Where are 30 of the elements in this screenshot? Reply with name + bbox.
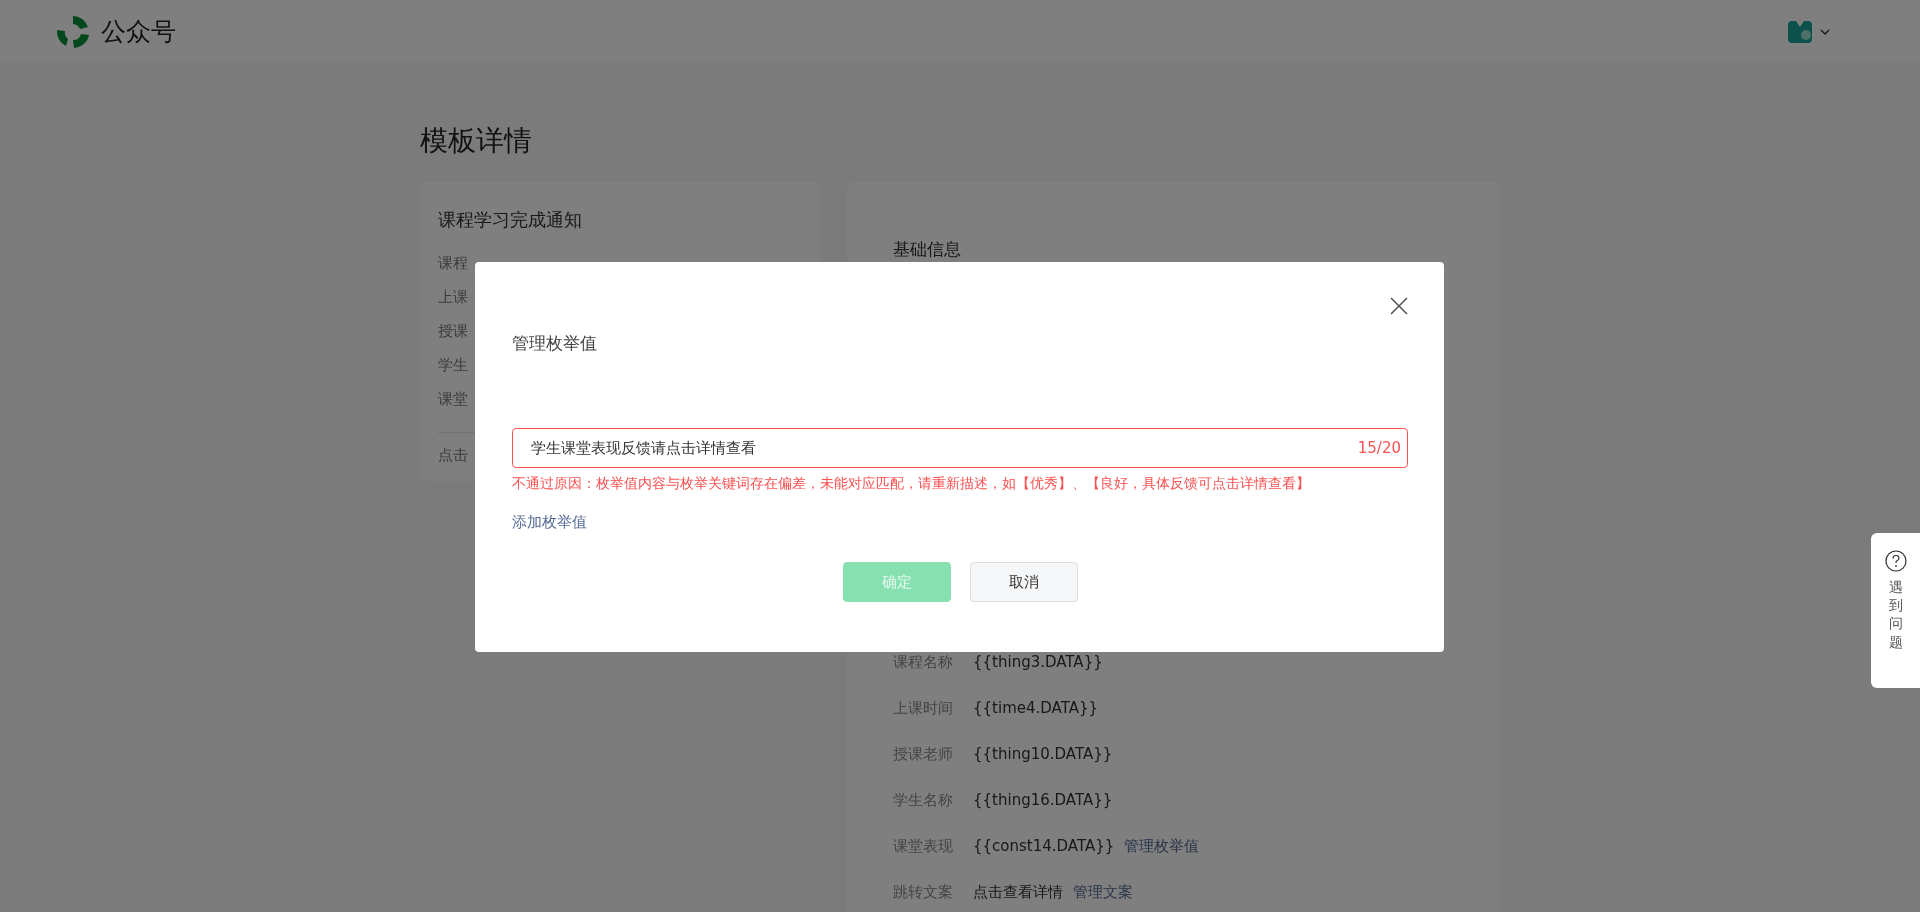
field-label: 授课 <box>438 321 468 342</box>
page-title: 模板详情 <box>420 123 533 159</box>
cancel-button[interactable]: 取消 <box>969 562 1078 602</box>
card-title: 课程学习完成通知 <box>438 208 583 232</box>
field-label: 课程名称 <box>893 652 954 672</box>
field-label: 上课时间 <box>893 698 954 718</box>
section-title: 基础信息 <box>893 238 962 261</box>
caret-icon <box>1820 28 1830 35</box>
dialog-title: 管理枚举值 <box>512 332 598 355</box>
field-label: 课程 <box>438 253 468 274</box>
field-label: 课堂 <box>438 389 468 410</box>
add-link[interactable]: 添加枚举值 <box>512 513 587 532</box>
field-label: 授课老师 <box>893 744 954 764</box>
field-label: 学生 <box>438 355 468 376</box>
field-value: {{time4.DATA}} <box>973 699 1099 717</box>
manage-link[interactable]: 管理枚举值 <box>1124 836 1200 856</box>
error-message: 不通过原因：枚举值内容与枚举关键词存在偏差，未能对应匹配，请重新描述，如【优秀】、【良好，具体反馈可点击详情查看】 <box>512 475 1311 493</box>
field-value: 点击查看详情 <box>973 882 1063 902</box>
field-label: 学生名称 <box>893 790 954 810</box>
link-text: 点击 <box>438 445 468 466</box>
close-icon[interactable] <box>1390 297 1408 315</box>
brand-name: 公众号 <box>101 16 176 48</box>
avatar-icon <box>1786 18 1814 45</box>
help-icon <box>1884 550 1907 572</box>
field-label: 跳转文案 <box>893 882 954 902</box>
field-label: 上课 <box>438 287 468 308</box>
help-widget[interactable]: 遇到问题 <box>1871 533 1920 688</box>
field-label: 课堂表现 <box>893 836 954 856</box>
manage-link[interactable]: 管理文案 <box>1073 882 1133 902</box>
input-field[interactable]: 学生课堂表现反馈请点击详情查看 15/20 <box>512 428 1408 468</box>
